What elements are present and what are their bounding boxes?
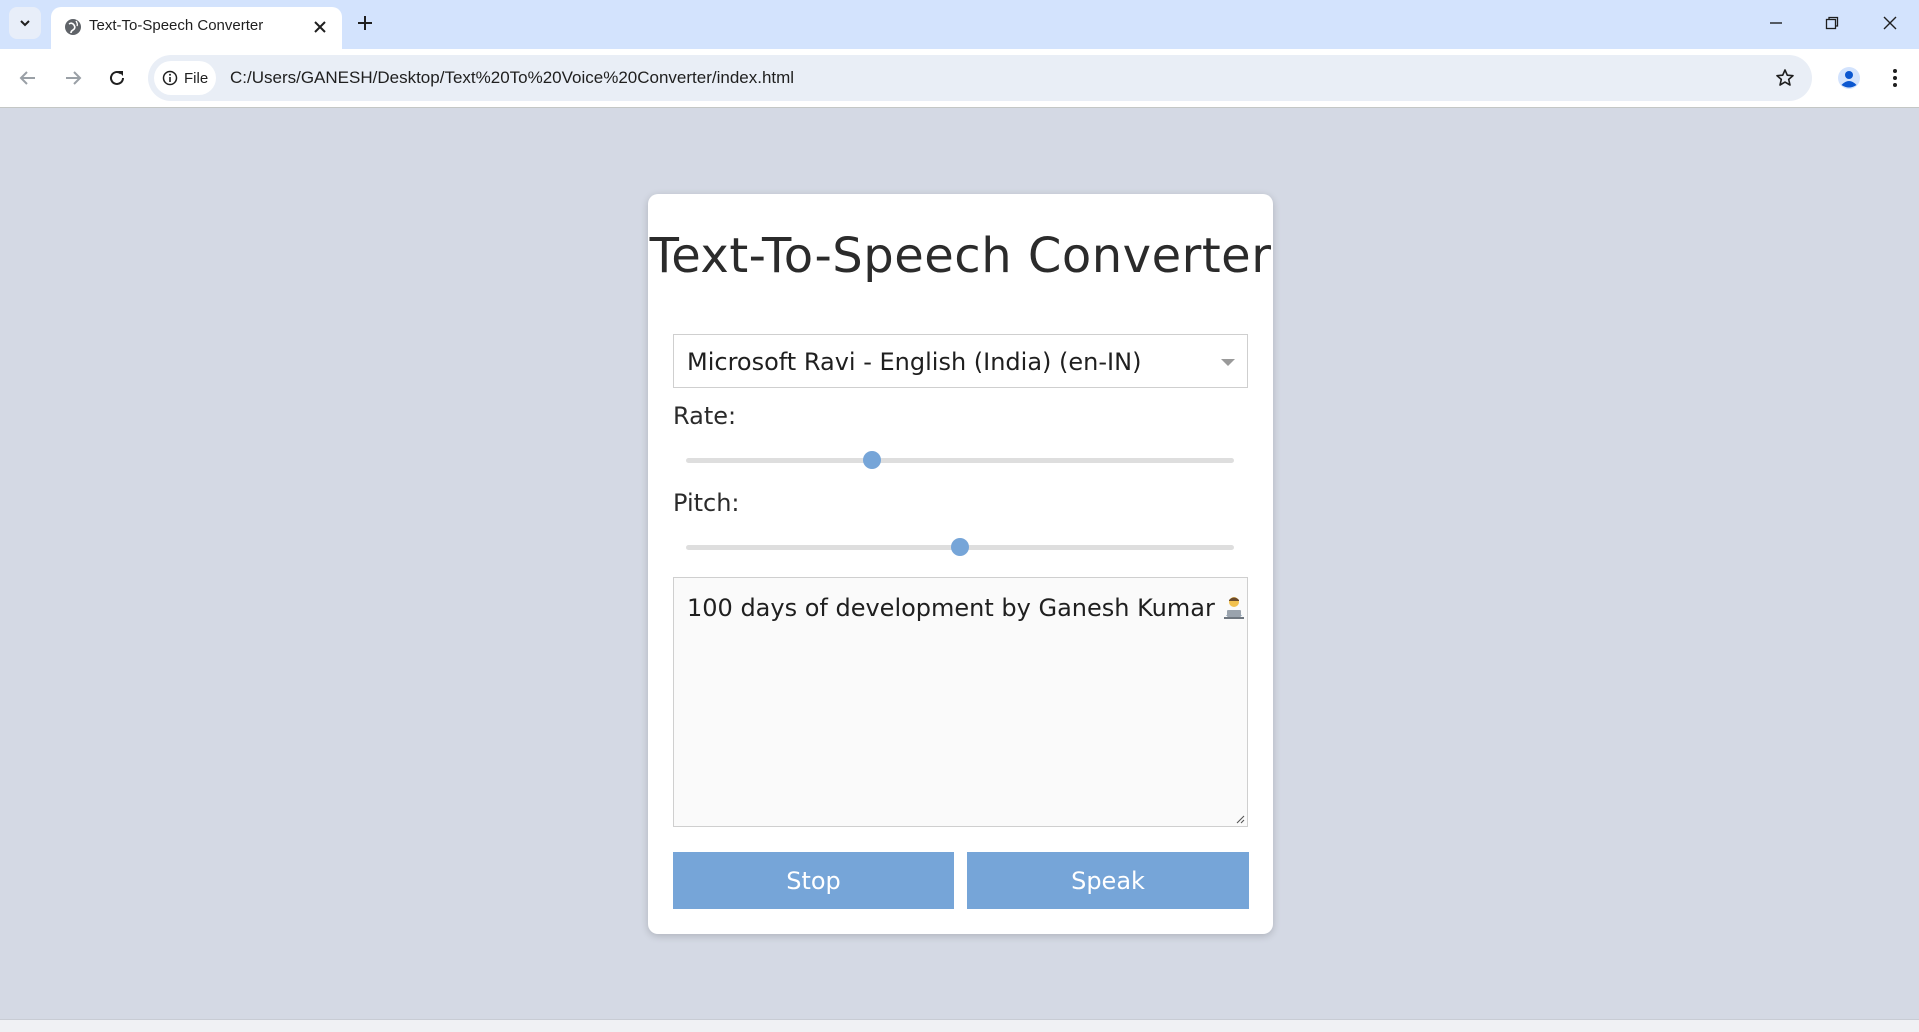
- speak-button[interactable]: Speak: [967, 852, 1249, 909]
- voice-select[interactable]: Microsoft Ravi - English (India) (en-IN): [673, 334, 1248, 388]
- forward-arrow-icon: [66, 71, 82, 85]
- browser-toolbar: File C:/Users/GANESH/Desktop/Text%20To%2…: [0, 49, 1919, 108]
- profile-icon: [1838, 67, 1860, 89]
- tab-strip: Text-To-Speech Converter: [0, 0, 1919, 49]
- dropdown-arrow-icon: [1221, 359, 1235, 366]
- back-button[interactable]: [11, 61, 45, 95]
- reload-icon: [110, 70, 124, 85]
- site-chip-label: File: [184, 69, 209, 87]
- plus-icon: [358, 16, 372, 30]
- close-window-button[interactable]: [1868, 6, 1912, 40]
- pitch-slider[interactable]: [686, 537, 1234, 557]
- technologist-emoji-icon: [1223, 597, 1244, 619]
- globe-icon: [65, 19, 81, 35]
- stop-button[interactable]: Stop: [673, 852, 954, 909]
- browser-menu-button[interactable]: [1878, 61, 1912, 95]
- url-text[interactable]: C:/Users/GANESH/Desktop/Text%20To%20Voic…: [230, 68, 794, 88]
- tab-title: Text-To-Speech Converter: [89, 17, 264, 34]
- minimize-button[interactable]: [1754, 6, 1798, 40]
- text-input-value: 100 days of development by Ganesh Kumar: [687, 594, 1215, 622]
- pitch-label: Pitch:: [673, 489, 740, 517]
- restore-button[interactable]: [1810, 6, 1854, 40]
- new-tab-button[interactable]: [351, 9, 379, 37]
- kebab-menu-icon: [1893, 69, 1897, 87]
- star-icon: [1776, 69, 1794, 86]
- active-tab[interactable]: Text-To-Speech Converter: [51, 7, 342, 49]
- voice-select-value: Microsoft Ravi - English (India) (en-IN): [687, 348, 1142, 376]
- close-icon: [314, 21, 326, 33]
- close-window-icon: [1883, 16, 1897, 30]
- stop-button-label: Stop: [786, 866, 841, 895]
- chevron-down-icon: [20, 20, 30, 27]
- info-icon: [162, 70, 178, 86]
- speak-button-label: Speak: [1071, 866, 1145, 895]
- bookmark-button[interactable]: [1768, 61, 1802, 95]
- profile-button[interactable]: [1832, 61, 1866, 95]
- tab-search-button[interactable]: [9, 7, 41, 39]
- minimize-icon: [1770, 22, 1782, 24]
- text-input-content: 100 days of development by Ganesh Kumar: [687, 594, 1247, 622]
- rate-slider-thumb[interactable]: [863, 451, 882, 469]
- back-arrow-icon: [19, 71, 35, 85]
- taskbar-edge: [0, 1019, 1919, 1032]
- restore-icon: [1825, 16, 1839, 30]
- pitch-slider-thumb[interactable]: [951, 538, 969, 556]
- page-title: Text-To-Speech Converter: [649, 228, 1272, 284]
- rate-slider[interactable]: [686, 450, 1234, 470]
- rate-label: Rate:: [673, 402, 737, 430]
- rate-slider-track: [686, 458, 1234, 463]
- address-bar[interactable]: File C:/Users/GANESH/Desktop/Text%20To%2…: [148, 55, 1812, 101]
- resize-handle-icon[interactable]: [1234, 813, 1245, 824]
- close-tab-button[interactable]: [310, 17, 330, 37]
- reload-button[interactable]: [100, 61, 134, 95]
- text-input[interactable]: 100 days of development by Ganesh Kumar: [673, 577, 1248, 827]
- forward-button[interactable]: [56, 61, 90, 95]
- site-info-chip[interactable]: File: [154, 61, 216, 95]
- tts-card: Text-To-Speech Converter Microsoft Ravi …: [648, 194, 1273, 934]
